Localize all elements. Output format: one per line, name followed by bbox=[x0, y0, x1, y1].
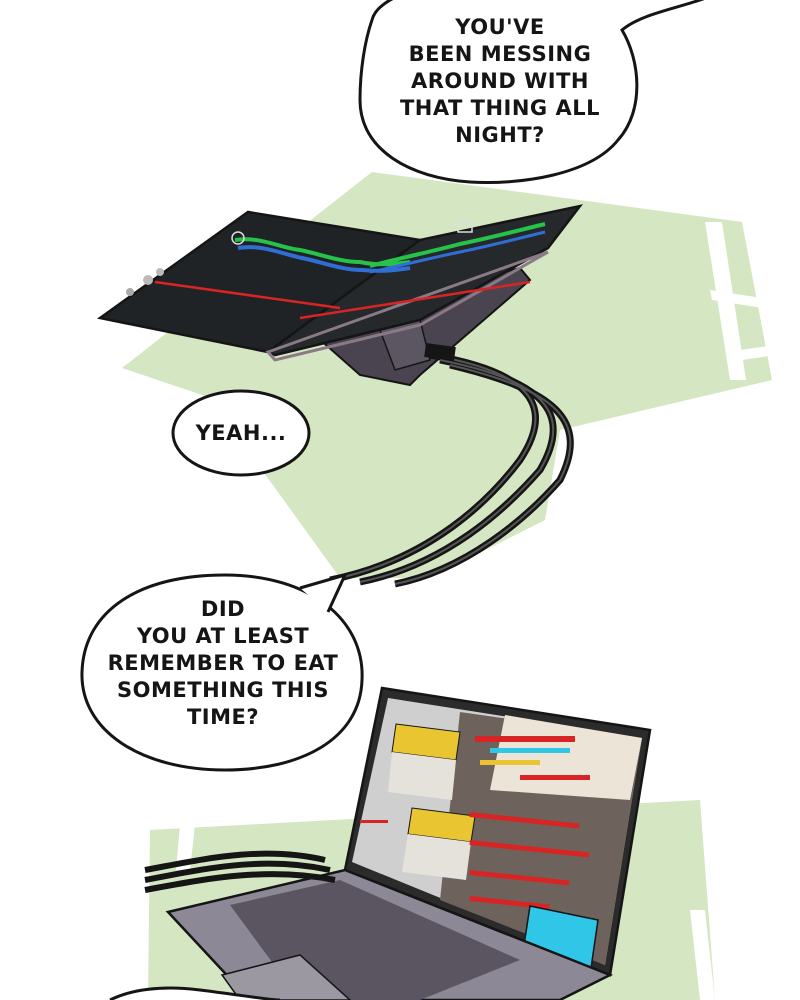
bubble-1-line-1: YOU'VE bbox=[455, 15, 545, 39]
bubble-3-line-4: SOMETHING THIS bbox=[117, 678, 329, 702]
bubble-1-text: YOU'VE BEEN MESSING AROUND WITH THAT THI… bbox=[390, 14, 610, 149]
bubble-3-text: DID YOU AT LEAST REMEMBER TO EAT SOMETHI… bbox=[92, 596, 354, 731]
bubble-1-line-3: AROUND WITH bbox=[410, 69, 590, 93]
bubble-1-line-5: NIGHT? bbox=[455, 123, 545, 147]
bubble-3-line-3: REMEMBER TO EAT bbox=[107, 651, 339, 675]
bubble-2-line-1: YEAH... bbox=[195, 421, 287, 445]
bubble-3-line-5: TIME? bbox=[186, 705, 260, 729]
bubble-1-line-2: BEEN MESSING bbox=[408, 42, 592, 66]
bubble-1-line-4: THAT THING ALL bbox=[399, 96, 600, 120]
bubble-3-line-1: DID bbox=[200, 597, 246, 621]
bubble-3-line-2: YOU AT LEAST bbox=[136, 624, 310, 648]
bubble-2-text: YEAH... bbox=[181, 420, 301, 447]
comic-page bbox=[80, 0, 775, 1000]
